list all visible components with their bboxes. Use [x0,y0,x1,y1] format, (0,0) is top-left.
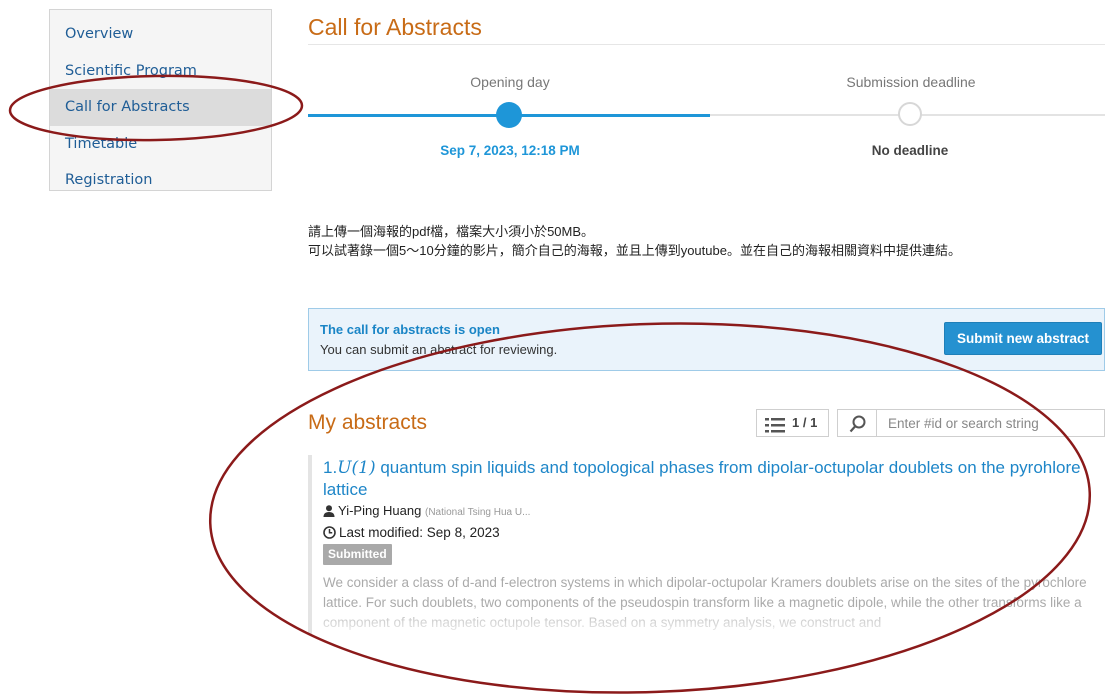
timeline-deadline-label: Submission deadline [846,74,976,90]
timeline-opening-label: Opening day [470,74,550,90]
timeline-opening-date: Sep 7, 2023, 12:18 PM [440,143,580,158]
abstract-number: 1. [323,458,338,477]
sidebar-item-call-for-abstracts[interactable]: Call for Abstracts [50,89,271,126]
call-open-subtitle: You can submit an abstract for reviewing… [320,342,558,357]
status-badge: Submitted [323,544,392,565]
user-icon [323,505,335,520]
author-affiliation: (National Tsing Hua U... [424,507,531,518]
sidebar-item-registration[interactable]: Registration [50,162,271,199]
call-open-title: The call for abstracts is open [320,322,500,337]
sidebar-item-overview[interactable]: Overview [50,16,271,53]
title-divider [308,44,1105,45]
clock-icon [323,526,336,542]
call-open-notice: The call for abstracts is open You can s… [308,308,1105,371]
page-title: Call for Abstracts [308,14,482,40]
sidebar-item-timetable[interactable]: Timetable [50,126,271,163]
abstract-modified: Last modified: Sep 8, 2023 [323,525,500,542]
abstract-list-item: 1.U(1) quantum spin liquids and topologi… [308,455,1105,635]
sidebar-item-scientific-program[interactable]: Scientific Program [50,53,271,90]
abstract-author: Yi-Ping Huang (National Tsing Hua U... [323,503,530,520]
pagination-control[interactable]: 1 / 1 [756,409,829,437]
intro-line-2: 可以試著錄一個5～10分鐘的影片，簡介自己的海報，並且上傳到youtube。並在… [308,243,961,258]
list-icon [765,416,785,442]
author-name: Yi-Ping Huang [338,503,422,518]
timeline-deadline-marker [898,102,922,126]
abstract-title-text: quantum spin liquids and topological pha… [323,458,1081,499]
abstract-title-link[interactable]: 1.U(1) quantum spin liquids and topologi… [323,457,1093,500]
search-button[interactable] [837,409,877,437]
abstract-title-math: U(1) [337,458,376,478]
submit-new-abstract-button[interactable]: Submit new abstract [944,322,1102,355]
my-abstracts-heading: My abstracts [308,411,428,434]
intro-text: 請上傳一個海報的pdf檔，檔案大小須小於50MB。 可以試著錄一個5～10分鐘的… [308,222,961,260]
search-icon [849,415,867,438]
modified-text: Last modified: Sep 8, 2023 [339,525,500,540]
timeline-opening-marker [496,102,522,128]
timeline-deadline-date: No deadline [871,143,949,158]
sidebar-menu: Overview Scientific Program Call for Abs… [49,9,272,191]
abstract-fade-overlay [312,605,1105,635]
pagination-text: 1 / 1 [792,415,818,430]
search-input[interactable] [877,409,1105,437]
intro-line-1: 請上傳一個海報的pdf檔，檔案大小須小於50MB。 [308,224,595,239]
